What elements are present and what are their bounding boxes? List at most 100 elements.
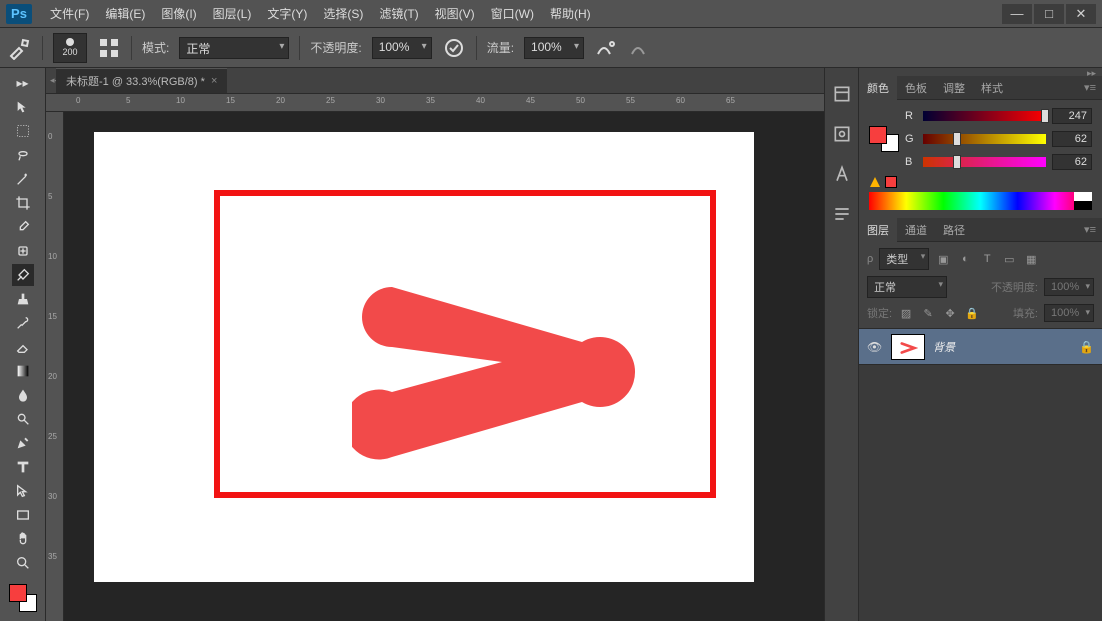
flow-select[interactable]: 100% bbox=[524, 37, 584, 59]
tab-styles[interactable]: 样式 bbox=[973, 76, 1011, 100]
crop-tool[interactable] bbox=[12, 192, 34, 214]
filter-type-icon[interactable]: T bbox=[979, 251, 995, 267]
color-spectrum[interactable] bbox=[869, 192, 1092, 210]
lock-transparent-icon[interactable]: ▨ bbox=[898, 305, 914, 321]
blur-tool[interactable] bbox=[12, 384, 34, 406]
layer-row[interactable]: 👁 背景 🔒 bbox=[859, 329, 1102, 365]
paragraph-panel-icon[interactable] bbox=[832, 204, 852, 224]
menu-view[interactable]: 视图(V) bbox=[427, 3, 483, 24]
menu-file[interactable]: 文件(F) bbox=[42, 3, 97, 24]
tablet-pressure-icon[interactable] bbox=[628, 36, 652, 60]
dodge-tool[interactable] bbox=[12, 408, 34, 430]
canvas-viewport[interactable] bbox=[64, 112, 824, 621]
filter-kind-search-icon[interactable]: ρ bbox=[867, 253, 873, 265]
g-slider-knob[interactable] bbox=[953, 132, 961, 146]
b-label: B bbox=[905, 156, 917, 168]
tab-channels[interactable]: 通道 bbox=[897, 218, 935, 242]
clone-stamp-tool[interactable] bbox=[12, 288, 34, 310]
history-panel-icon[interactable] bbox=[832, 84, 852, 104]
menu-type[interactable]: 文字(Y) bbox=[259, 3, 315, 24]
eraser-tool[interactable] bbox=[12, 336, 34, 358]
blend-mode-select[interactable]: 正常 bbox=[179, 37, 289, 59]
g-slider[interactable] bbox=[923, 134, 1046, 144]
layers-panel-menu-icon[interactable]: ▾≡ bbox=[1078, 223, 1102, 236]
properties-panel-icon[interactable] bbox=[832, 124, 852, 144]
gamut-swatch[interactable] bbox=[885, 176, 897, 188]
color-swatch[interactable] bbox=[9, 584, 37, 612]
brush-tool[interactable] bbox=[12, 264, 34, 286]
path-selection-tool[interactable] bbox=[12, 480, 34, 502]
color-panel-menu-icon[interactable]: ▾≡ bbox=[1078, 81, 1102, 94]
g-slider-row: G 62 bbox=[905, 131, 1092, 147]
brush-panel-toggle-icon[interactable] bbox=[97, 36, 121, 60]
layer-visibility-icon[interactable]: 👁 bbox=[867, 340, 883, 354]
brush-preset-picker[interactable]: 200 bbox=[53, 33, 87, 63]
character-panel-icon[interactable] bbox=[832, 164, 852, 184]
menu-layer[interactable]: 图层(L) bbox=[205, 3, 260, 24]
tab-adjustments[interactable]: 调整 bbox=[935, 76, 973, 100]
filter-pixel-icon[interactable]: ▣ bbox=[935, 251, 951, 267]
filter-adjust-icon[interactable]: ◐ bbox=[957, 251, 973, 267]
layer-blend-mode-select[interactable]: 正常 bbox=[867, 276, 947, 298]
tab-paths[interactable]: 路径 bbox=[935, 218, 973, 242]
r-slider[interactable] bbox=[923, 111, 1046, 121]
close-button[interactable]: ✕ bbox=[1066, 4, 1096, 24]
filter-shape-icon[interactable]: ▭ bbox=[1001, 251, 1017, 267]
zoom-tool[interactable] bbox=[12, 552, 34, 574]
b-slider-knob[interactable] bbox=[953, 155, 961, 169]
layer-name[interactable]: 背景 bbox=[933, 339, 1071, 355]
filter-kind-select[interactable]: 类型 bbox=[879, 248, 929, 270]
tool-preset-icon[interactable] bbox=[8, 36, 32, 60]
mode-label: 模式: bbox=[142, 39, 169, 56]
lock-position-icon[interactable]: ✥ bbox=[942, 305, 958, 321]
marquee-tool[interactable] bbox=[12, 120, 34, 142]
pen-tool[interactable] bbox=[12, 432, 34, 454]
color-panel-fgbg-swatch[interactable] bbox=[869, 126, 899, 152]
toolbox: ▸▸ bbox=[0, 68, 46, 621]
maximize-button[interactable]: □ bbox=[1034, 4, 1064, 24]
mini-fg-swatch[interactable] bbox=[869, 126, 887, 144]
menu-select[interactable]: 选择(S) bbox=[315, 3, 371, 24]
rectangle-tool[interactable] bbox=[12, 504, 34, 526]
tab-color[interactable]: 颜色 bbox=[859, 76, 897, 100]
layer-lock-icon[interactable]: 🔒 bbox=[1079, 340, 1094, 354]
fill-select[interactable]: 100% bbox=[1044, 304, 1094, 322]
document-tab[interactable]: 未标题-1 @ 33.3%(RGB/8) * × bbox=[56, 68, 227, 93]
menu-image[interactable]: 图像(I) bbox=[153, 3, 204, 24]
layer-opacity-select[interactable]: 100% bbox=[1044, 278, 1094, 296]
menu-help[interactable]: 帮助(H) bbox=[542, 3, 599, 24]
opacity-pressure-icon[interactable] bbox=[442, 36, 466, 60]
menu-edit[interactable]: 编辑(E) bbox=[97, 3, 153, 24]
canvas[interactable] bbox=[94, 132, 754, 582]
b-slider[interactable] bbox=[923, 157, 1046, 167]
filter-smart-icon[interactable]: ▦ bbox=[1023, 251, 1039, 267]
b-value[interactable]: 62 bbox=[1052, 154, 1092, 170]
expand-toolbox-icon[interactable]: ▸▸ bbox=[12, 72, 34, 94]
menu-filter[interactable]: 滤镜(T) bbox=[371, 3, 426, 24]
r-value[interactable]: 247 bbox=[1052, 108, 1092, 124]
gradient-tool[interactable] bbox=[12, 360, 34, 382]
layer-thumbnail[interactable] bbox=[891, 334, 925, 360]
healing-brush-tool[interactable] bbox=[12, 240, 34, 262]
tab-swatches[interactable]: 色板 bbox=[897, 76, 935, 100]
r-slider-knob[interactable] bbox=[1041, 109, 1049, 123]
foreground-color-swatch[interactable] bbox=[9, 584, 27, 602]
hand-tool[interactable] bbox=[12, 528, 34, 550]
window-controls: — □ ✕ bbox=[1002, 4, 1096, 24]
document-tab-close-icon[interactable]: × bbox=[211, 75, 217, 87]
eyedropper-tool[interactable] bbox=[12, 216, 34, 238]
lock-pixels-icon[interactable]: ✎ bbox=[920, 305, 936, 321]
b-slider-row: B 62 bbox=[905, 154, 1092, 170]
minimize-button[interactable]: — bbox=[1002, 4, 1032, 24]
magic-wand-tool[interactable] bbox=[12, 168, 34, 190]
lasso-tool[interactable] bbox=[12, 144, 34, 166]
menu-window[interactable]: 窗口(W) bbox=[483, 3, 542, 24]
history-brush-tool[interactable] bbox=[12, 312, 34, 334]
tab-layers[interactable]: 图层 bbox=[859, 218, 897, 242]
opacity-select[interactable]: 100% bbox=[372, 37, 432, 59]
type-tool[interactable] bbox=[12, 456, 34, 478]
airbrush-icon[interactable] bbox=[594, 36, 618, 60]
g-value[interactable]: 62 bbox=[1052, 131, 1092, 147]
move-tool[interactable] bbox=[12, 96, 34, 118]
lock-all-icon[interactable]: 🔒 bbox=[964, 305, 980, 321]
